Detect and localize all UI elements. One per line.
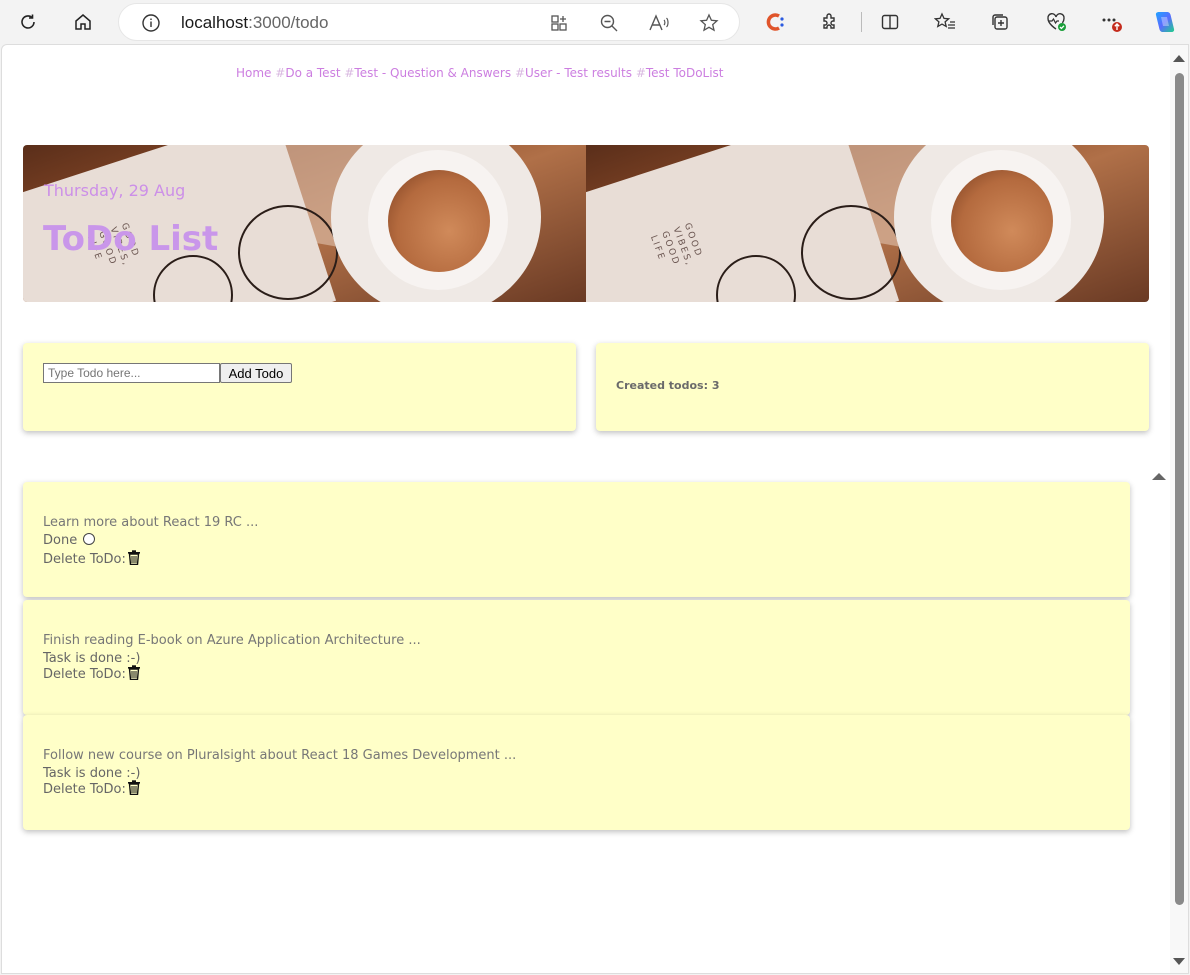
nav-hash: # [275, 66, 286, 80]
split-screen-icon[interactable] [874, 6, 906, 38]
banner-date: Thursday, 29 Aug [44, 181, 186, 200]
nav-home-link[interactable]: Home [236, 66, 271, 80]
favorites-icon[interactable] [929, 6, 961, 38]
todo-status: Task is done :-) [43, 651, 141, 666]
toolbar-divider [861, 12, 862, 32]
scrollbar-thumb[interactable] [1175, 73, 1184, 905]
scroll-down-arrow-icon[interactable] [1173, 958, 1185, 965]
banner-coffee-shape [951, 170, 1053, 272]
delete-row: Delete ToDo: [43, 780, 141, 799]
delete-label: Delete ToDo: [43, 552, 126, 567]
delete-label: Delete ToDo: [43, 667, 126, 682]
delete-row: Delete ToDo: [43, 665, 141, 684]
nav-label: User - Test results [525, 66, 632, 80]
header-banner: GOOD VIBES, GOOD LIFE GOOD VIBES, GOOD LIFE Th… [23, 145, 1149, 302]
todo-status: Done [43, 533, 96, 548]
page-viewport: Home #Do a Test #Test - Question & Answe… [1, 44, 1189, 974]
nav-hash: # [514, 66, 526, 80]
copilot-icon[interactable] [1148, 6, 1180, 38]
banner-image: GOOD VIBES, GOOD LIFE [586, 145, 1149, 302]
scroll-up-caret-icon[interactable] [1152, 473, 1166, 480]
todo-item: Finish reading E-book on Azure Applicati… [23, 600, 1130, 715]
refresh-icon[interactable] [12, 6, 44, 38]
add-todo-card: Add Todo [23, 343, 576, 431]
todo-input[interactable] [43, 363, 220, 383]
home-icon[interactable] [67, 6, 99, 38]
todo-item: Learn more about React 19 RC ... Done De… [23, 482, 1130, 597]
todo-text: Finish reading E-book on Azure Applicati… [43, 633, 421, 648]
url-text: localhost:3000/todo [181, 13, 328, 33]
extensions-puzzle-icon[interactable] [814, 6, 846, 38]
site-info-icon[interactable] [135, 7, 167, 39]
todo-item: Follow new course on Pluralsight about R… [23, 715, 1130, 830]
page-title: ToDo List [43, 219, 219, 259]
extension-c-icon[interactable] [759, 6, 791, 38]
collections-icon[interactable] [984, 6, 1016, 38]
nav-hash: # [635, 66, 646, 80]
todo-count-card: Created todos: 3 [596, 343, 1149, 431]
done-label: Done [43, 533, 78, 548]
url-host: localhost [181, 13, 249, 32]
browser-essentials-icon[interactable] [1040, 6, 1072, 38]
trash-icon[interactable] [127, 665, 141, 684]
todo-status: Task is done :-) [43, 766, 141, 781]
banner-glasses-shape [238, 205, 338, 300]
trash-icon[interactable] [127, 780, 141, 799]
done-radio[interactable] [83, 533, 96, 545]
zoom-out-icon[interactable] [593, 7, 625, 39]
nav-question-answers-link[interactable]: #Test - Question & Answers [344, 66, 511, 80]
nav-todolist-link[interactable]: #Test ToDoList [636, 66, 724, 80]
delete-row: Delete ToDo: [43, 550, 141, 569]
browser-toolbar: localhost:3000/todo [0, 0, 1190, 44]
nav-hash: # [344, 66, 355, 80]
app-available-icon[interactable] [543, 7, 575, 39]
address-bar[interactable]: localhost:3000/todo [118, 3, 740, 41]
url-path: :3000/todo [248, 13, 329, 32]
nav-label: Home [236, 66, 272, 80]
nav-test-results-link[interactable]: #User - Test results [515, 66, 632, 80]
created-todos-count: Created todos: 3 [616, 379, 720, 392]
add-todo-button[interactable]: Add Todo [220, 363, 292, 383]
todo-text: Learn more about React 19 RC ... [43, 515, 259, 530]
scroll-up-arrow-icon[interactable] [1173, 55, 1185, 62]
page-scrollbar[interactable] [1170, 45, 1188, 973]
banner-glasses-shape [801, 205, 901, 300]
more-options-icon[interactable] [1095, 6, 1127, 38]
nav-do-a-test-link[interactable]: #Do a Test [275, 66, 340, 80]
top-nav: Home #Do a Test #Test - Question & Answe… [236, 66, 724, 80]
banner-coffee-shape [388, 170, 490, 272]
trash-icon[interactable] [127, 550, 141, 569]
favorite-star-icon[interactable] [693, 7, 725, 39]
delete-label: Delete ToDo: [43, 782, 126, 797]
read-aloud-icon[interactable] [643, 7, 675, 39]
nav-label: Test - Question & Answers [354, 66, 512, 80]
todo-text: Follow new course on Pluralsight about R… [43, 748, 517, 763]
nav-label: Do a Test [285, 66, 341, 80]
nav-label: Test ToDoList [645, 66, 724, 80]
